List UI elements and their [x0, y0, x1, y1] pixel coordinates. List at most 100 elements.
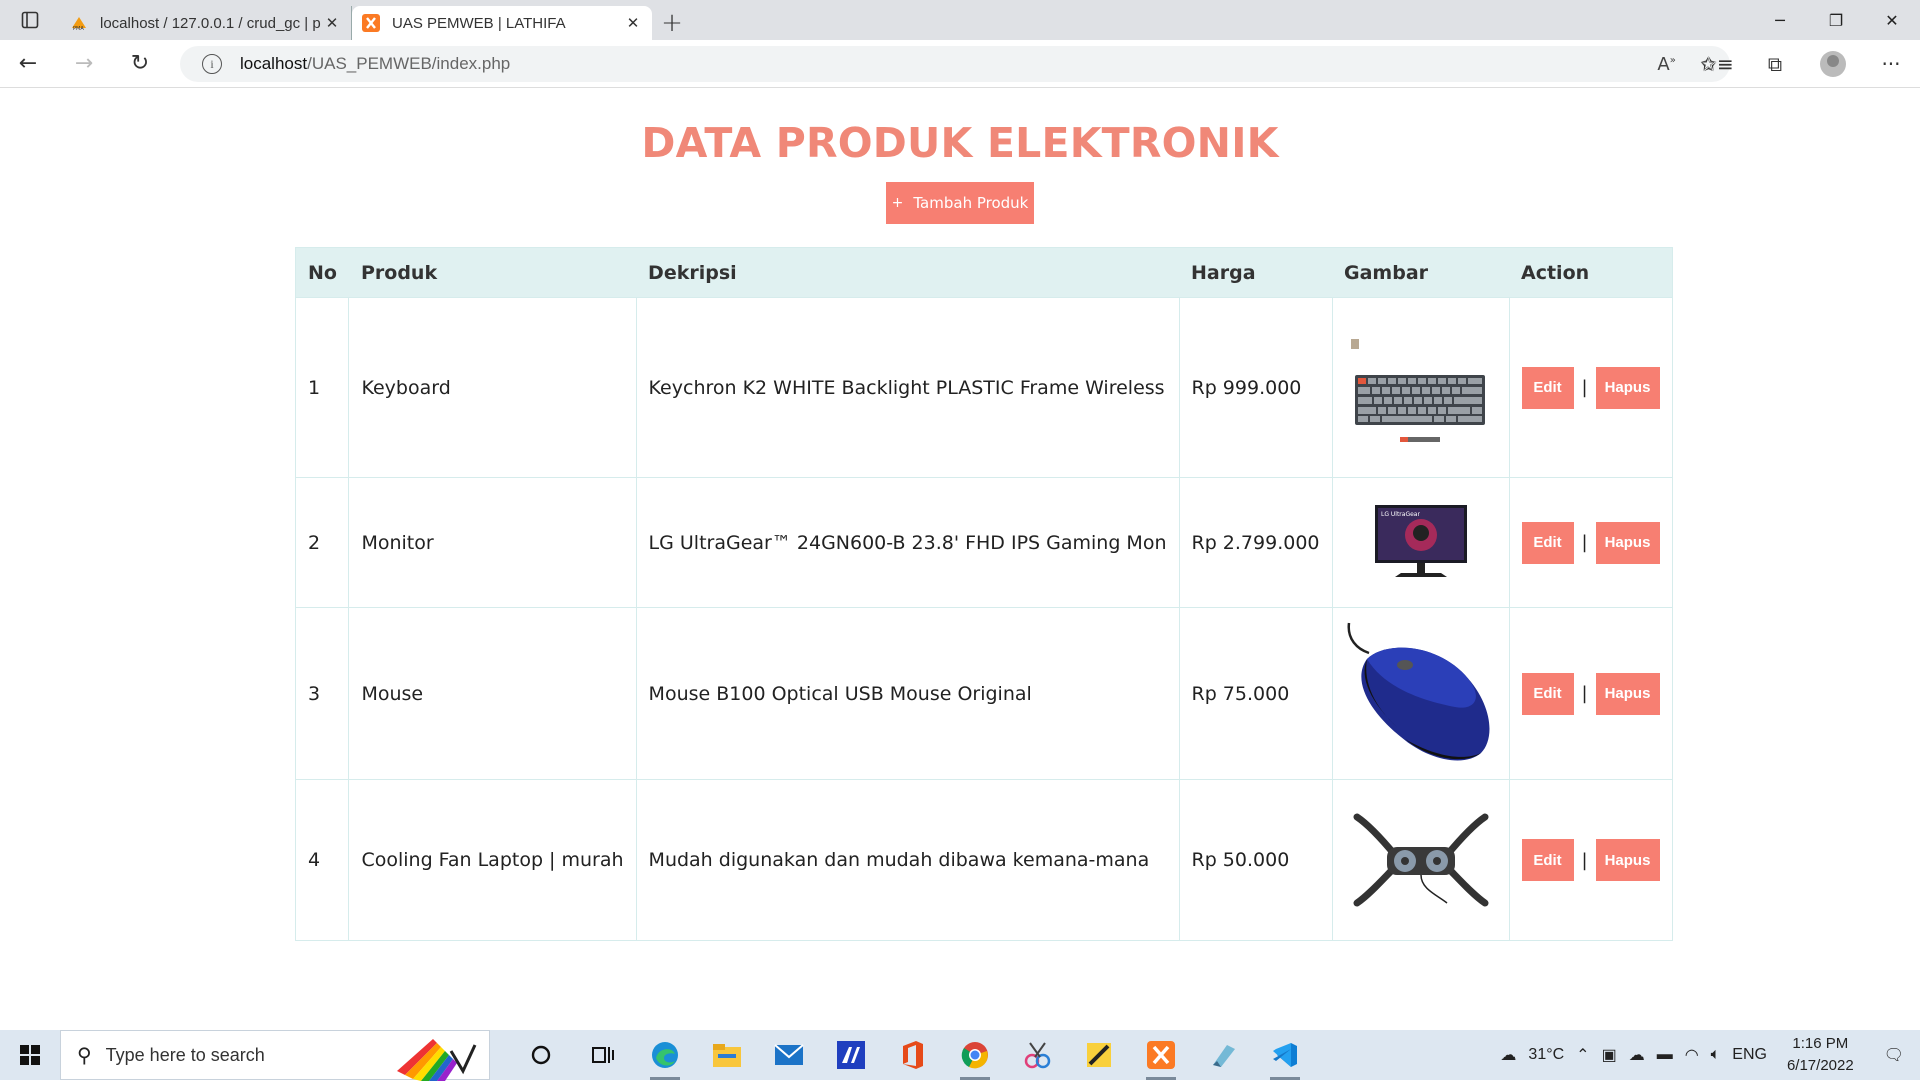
collections-icon[interactable]: ⧉	[1746, 40, 1804, 88]
refresh-icon: ↻	[130, 51, 150, 76]
cell-produk: Cooling Fan Laptop | murah	[348, 779, 637, 941]
cell-gambar	[1331, 607, 1510, 780]
cell-action: Edit | Hapus	[1508, 779, 1673, 941]
cell-no: 4	[294, 779, 350, 941]
notifications-icon[interactable]: 🗨︎	[1868, 1045, 1920, 1065]
delete-button[interactable]: Hapus	[1595, 521, 1660, 564]
chevron-up-icon[interactable]: ⌃	[1570, 1045, 1595, 1065]
toolbar-right: ✩≡ ⧉ ···	[1688, 40, 1920, 88]
page-title: DATA PRODUK ELEKTRONIK	[641, 119, 1279, 167]
new-tab-button[interactable]: +	[652, 6, 692, 40]
xampp-icon	[362, 14, 380, 32]
phpmyadmin-icon: PMA	[72, 17, 86, 32]
wifi-icon[interactable]: ◠	[1679, 1045, 1705, 1065]
column-header: No	[295, 247, 349, 298]
add-product-button[interactable]: + Tambah Produk	[886, 182, 1034, 224]
edit-button[interactable]: Edit	[1521, 672, 1574, 715]
action-separator: |	[1581, 532, 1588, 553]
office-icon[interactable]	[882, 1030, 944, 1080]
tab-actions-icon	[21, 11, 39, 29]
column-header: Produk	[348, 247, 637, 298]
close-window-icon[interactable]: ✕	[1864, 0, 1920, 40]
task-view-icon[interactable]	[572, 1030, 634, 1080]
cell-no: 3	[294, 607, 350, 780]
vscode-icon[interactable]	[1254, 1030, 1316, 1080]
weather-icon[interactable]: ☁	[1494, 1045, 1522, 1065]
table-row: 1 Keyboard Keychron K2 WHITE Backlight P…	[294, 297, 1673, 478]
table-row: 4 Cooling Fan Laptop | murah Mudah digun…	[294, 779, 1673, 941]
taskbar-search-box[interactable]: ⚲ Type here to search	[60, 1030, 490, 1081]
arrow-right-icon: →	[74, 51, 94, 76]
edit-button[interactable]: Edit	[1521, 521, 1574, 564]
tab-phpmyadmin[interactable]: PMA localhost / 127.0.0.1 / crud_gc | p …	[60, 6, 352, 40]
app-icon[interactable]	[820, 1030, 882, 1080]
cell-action: Edit | Hapus	[1508, 297, 1673, 478]
mail-icon[interactable]	[758, 1030, 820, 1080]
file-explorer-icon[interactable]	[696, 1030, 758, 1080]
minimize-icon[interactable]: ─	[1752, 0, 1808, 40]
table-header-row: No Produk Dekripsi Harga Gambar Action	[295, 247, 1672, 298]
cell-deskripsi: LG UltraGear™ 24GN600-B 23.8' FHD IPS Ga…	[635, 477, 1180, 608]
back-button[interactable]: ←	[0, 40, 56, 88]
edit-button[interactable]: Edit	[1521, 366, 1574, 409]
temperature[interactable]: 31°C	[1522, 1046, 1570, 1064]
tab-uas-pemweb[interactable]: UAS PEMWEB | LATHIFA ✕	[352, 6, 652, 40]
notepad-icon[interactable]	[1192, 1030, 1254, 1080]
battery-icon[interactable]: ▬	[1651, 1046, 1679, 1064]
column-header: Gambar	[1332, 247, 1509, 298]
start-button[interactable]	[0, 1030, 60, 1080]
cell-action: Edit | Hapus	[1508, 607, 1673, 780]
read-aloud-icon[interactable]: A»	[1657, 54, 1675, 75]
cell-no: 2	[294, 477, 350, 608]
cortana-icon[interactable]	[510, 1030, 572, 1080]
window-controls: ─ ❐ ✕	[1752, 0, 1920, 40]
onedrive-icon[interactable]: ☁	[1623, 1045, 1651, 1065]
cell-no: 1	[294, 297, 350, 478]
tab-title: localhost / 127.0.0.1 / crud_gc | p	[100, 14, 321, 32]
clock-date: 6/17/2022	[1786, 1057, 1854, 1074]
close-tab-icon[interactable]: ✕	[624, 14, 642, 32]
cell-action: Edit | Hapus	[1508, 477, 1673, 608]
action-separator: |	[1581, 849, 1588, 871]
windows-logo-icon	[20, 1045, 40, 1065]
delete-button[interactable]: Hapus	[1595, 839, 1660, 881]
action-separator: |	[1581, 377, 1588, 398]
site-info-icon[interactable]: i	[202, 54, 222, 74]
url-host: localhost	[240, 54, 308, 73]
svg-text:LG UltraGear: LG UltraGear	[1381, 511, 1420, 518]
edit-button[interactable]: Edit	[1521, 839, 1574, 881]
add-product-label: Tambah Produk	[913, 194, 1029, 212]
search-icon: ⚲	[77, 1044, 92, 1067]
monitor-image: LG UltraGear	[1374, 504, 1467, 577]
sticky-notes-icon[interactable]	[1068, 1030, 1130, 1080]
chrome-icon[interactable]	[944, 1030, 1006, 1080]
xampp-taskbar-icon[interactable]	[1130, 1030, 1192, 1080]
favorites-icon[interactable]: ✩≡	[1688, 40, 1746, 88]
meet-now-icon[interactable]: ▣	[1596, 1045, 1623, 1065]
forward-button[interactable]: →	[56, 40, 112, 88]
tab-actions-button[interactable]	[0, 0, 60, 40]
cell-produk: Mouse	[348, 607, 637, 780]
taskbar-apps	[510, 1030, 1316, 1080]
delete-button[interactable]: Hapus	[1595, 366, 1660, 409]
edge-icon[interactable]	[634, 1030, 696, 1080]
volume-icon[interactable]: 🔈︎	[1705, 1046, 1727, 1064]
snipping-tool-icon[interactable]	[1006, 1030, 1068, 1080]
page-content: DATA PRODUK ELEKTRONIK + Tambah Produk N…	[0, 89, 1920, 1029]
cell-gambar	[1331, 779, 1510, 941]
language-indicator[interactable]: ENG	[1726, 1046, 1773, 1064]
more-options-icon[interactable]: ···	[1862, 40, 1920, 88]
restore-icon[interactable]: ❐	[1808, 0, 1864, 40]
url-text[interactable]: localhost/UAS_PEMWEB/index.php	[240, 54, 510, 74]
close-tab-icon[interactable]: ✕	[323, 14, 341, 32]
cell-produk: Keyboard	[348, 297, 637, 478]
clock[interactable]: 1:16 PM 6/17/2022	[1773, 1033, 1868, 1077]
address-bar[interactable]: i localhost/UAS_PEMWEB/index.php A» ☆	[180, 46, 1730, 82]
browser-toolbar: ← → ↻ i localhost/UAS_PEMWEB/index.php A…	[0, 40, 1920, 88]
delete-button[interactable]: Hapus	[1595, 672, 1660, 715]
refresh-button[interactable]: ↻	[112, 40, 168, 88]
windows-taskbar: ⚲ Type here to search ☁ 31°C ⌃ ▣ ☁ ▬ ◠ 🔈…	[0, 1030, 1920, 1081]
profile-button[interactable]	[1804, 40, 1862, 88]
cell-harga: Rp 75.000	[1178, 607, 1333, 780]
url-path: /UAS_PEMWEB/index.php	[307, 54, 511, 73]
